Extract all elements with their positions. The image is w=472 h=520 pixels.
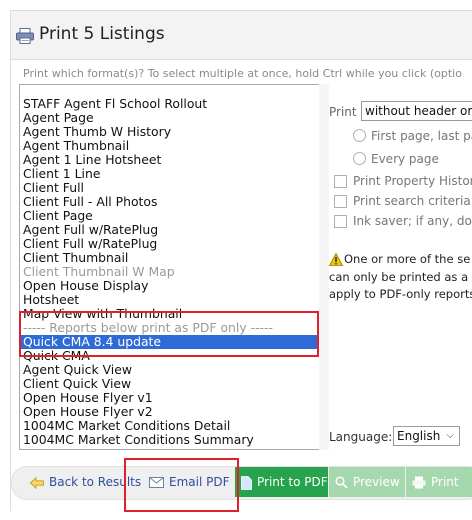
- warning-icon: [329, 253, 343, 266]
- list-item[interactable]: 1004MC Market Conditions Detail: [23, 419, 230, 433]
- print-mode-select[interactable]: without header or fo: [361, 101, 472, 121]
- print-dialog: Print 5 Listings Print which format(s)? …: [10, 10, 472, 512]
- ink-saver-label: Ink saver; if any, do: [353, 214, 472, 228]
- back-arrow-icon: [30, 476, 44, 489]
- document-icon: [241, 475, 252, 490]
- preview-label: Preview: [353, 475, 400, 489]
- radio-every-page-label: Every page: [371, 152, 439, 166]
- list-item[interactable]: Client Full - All Photos: [23, 195, 157, 209]
- list-item[interactable]: Agent Thumb W History: [23, 125, 171, 139]
- list-item[interactable]: Agent Thumbnail: [23, 139, 129, 153]
- list-item[interactable]: Open House Display: [23, 279, 148, 293]
- radio-first-page[interactable]: [353, 129, 366, 142]
- radio-every-page[interactable]: [353, 152, 366, 165]
- dialog-footer: Back to Results Email PDF Print to PDF P…: [11, 466, 472, 500]
- format-listbox[interactable]: STAFF Agent Fl School Rollout Agent Page A…: [19, 84, 321, 450]
- chevron-down-icon: ⌵: [446, 430, 454, 441]
- list-item[interactable]: Client 1 Line: [23, 167, 100, 181]
- ink-saver-checkbox[interactable]: [334, 215, 347, 228]
- highlight-email-pdf: [124, 458, 239, 512]
- list-item[interactable]: Client Thumbnail: [23, 251, 128, 265]
- list-item[interactable]: 1004MC Market Conditions Summary: [23, 433, 254, 447]
- printer-icon: [16, 28, 34, 44]
- list-item[interactable]: Client Full: [23, 181, 84, 195]
- list-item[interactable]: Client Page: [23, 209, 93, 223]
- format-instructions: Print which format(s)? To select multipl…: [23, 67, 462, 80]
- list-item[interactable]: Client Full w/RatePlug: [23, 237, 157, 251]
- warning-line-1: One or more of the se: [344, 252, 471, 266]
- search-criteria-checkbox[interactable]: [334, 195, 347, 208]
- list-item[interactable]: Hotsheet: [23, 293, 79, 307]
- list-item[interactable]: Agent Page: [23, 111, 94, 125]
- language-select[interactable]: English ⌵: [393, 426, 460, 446]
- preview-button[interactable]: Preview: [329, 467, 405, 497]
- radio-first-page-label: First page, last pa: [371, 129, 472, 143]
- list-item[interactable]: Agent Full w/RatePlug: [23, 223, 158, 237]
- magnifier-icon: [335, 476, 348, 489]
- search-criteria-label: Print search criteria: [353, 194, 471, 208]
- list-item[interactable]: Open House Flyer v2: [23, 405, 153, 419]
- print-options-panel: Print without header or fo First page, l…: [329, 84, 472, 454]
- highlight-quick-cma: [19, 311, 319, 357]
- printer-icon: [412, 476, 426, 489]
- warning-line-2: can only be printed as a: [329, 270, 469, 284]
- property-history-label: Print Property History: [353, 174, 472, 188]
- list-item: Client Thumbnail W Map: [23, 264, 175, 279]
- property-history-checkbox[interactable]: [334, 175, 347, 188]
- language-label: Language:: [329, 430, 393, 444]
- list-item[interactable]: Open House Flyer v1: [23, 391, 153, 405]
- print-mode-label: Print: [329, 105, 357, 119]
- print-to-pdf-button[interactable]: Print to PDF: [235, 467, 328, 497]
- print-to-pdf-label: Print to PDF: [257, 475, 328, 489]
- list-item[interactable]: Agent 1 Line Hotsheet: [23, 153, 161, 167]
- list-item[interactable]: Agent Quick View: [23, 363, 132, 377]
- dialog-titlebar: Print 5 Listings: [11, 11, 472, 60]
- print-button[interactable]: Print: [406, 467, 472, 497]
- list-item[interactable]: STAFF Agent Fl School Rollout: [23, 97, 207, 111]
- language-value: English: [397, 429, 441, 443]
- print-label: Print: [431, 475, 459, 489]
- listbox-scroll-area: [319, 84, 329, 450]
- list-item[interactable]: Client Quick View: [23, 377, 131, 391]
- warning-line-3: apply to PDF-only reports: [329, 287, 472, 301]
- dialog-title: Print 5 Listings: [39, 24, 165, 44]
